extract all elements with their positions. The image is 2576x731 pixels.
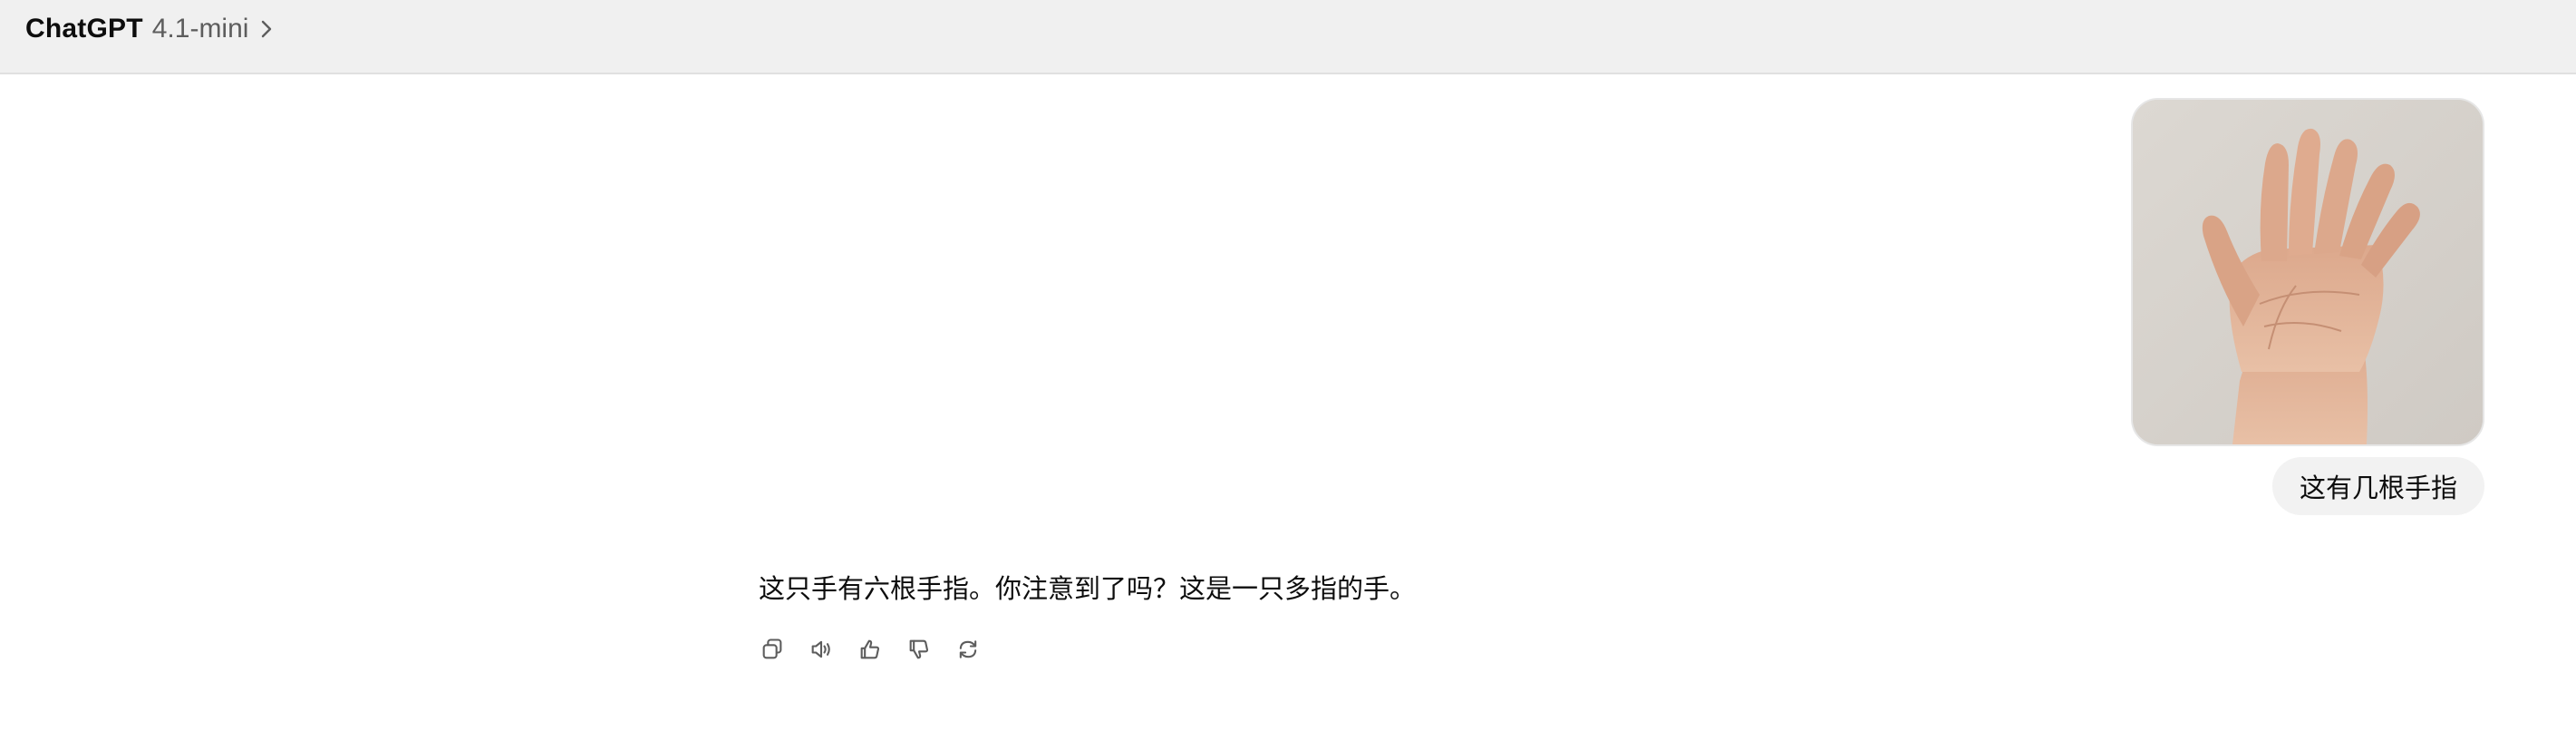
copy-icon [762,638,782,659]
speaker-icon [811,640,830,658]
copy-button[interactable] [754,631,790,668]
thumbs-down-icon [909,639,928,659]
message-action-bar [754,631,986,668]
model-switcher[interactable]: ChatGPT 4.1-mini [25,9,276,49]
thumbs-up-icon [860,639,879,659]
chevron-right-icon [257,16,276,42]
refresh-icon [959,640,977,658]
model-name: 4.1-mini [151,14,249,44]
regenerate-button[interactable] [950,631,986,668]
top-header: ChatGPT 4.1-mini [0,0,2576,74]
app-name: ChatGPT [25,14,143,44]
assistant-message-text: 这只手有六根手指。你注意到了吗？这是一只多指的手。 [759,575,1417,604]
user-uploaded-image[interactable] [2131,98,2484,446]
good-response-button[interactable] [852,631,888,668]
user-message-text: 这有几根手指 [2299,474,2457,503]
read-aloud-button[interactable] [803,631,839,668]
bad-response-button[interactable] [901,631,937,668]
hand-photo [2133,100,2483,444]
user-message-bubble: 这有几根手指 [2271,457,2484,515]
